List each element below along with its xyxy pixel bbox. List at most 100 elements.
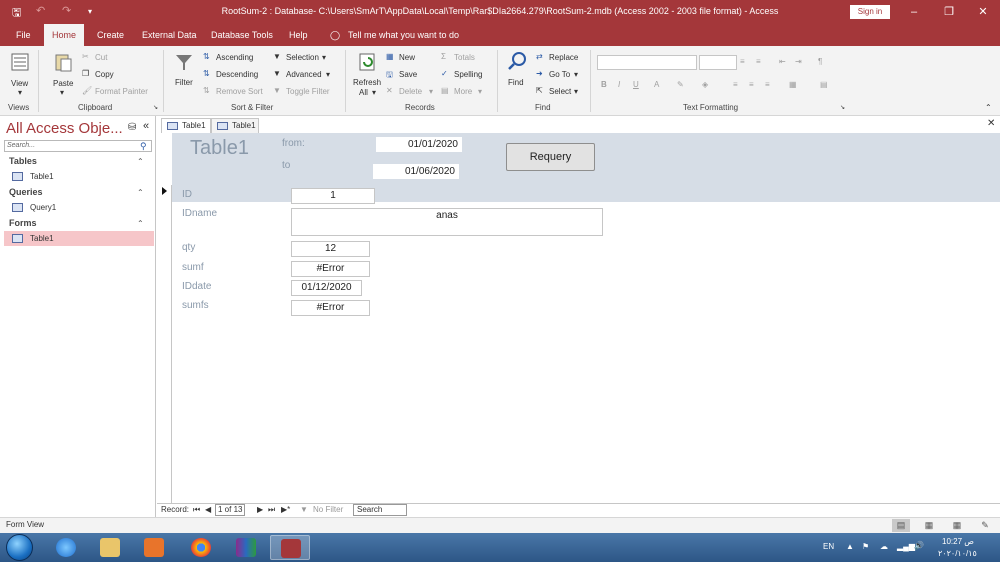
nav-group-forms[interactable]: Forms xyxy=(9,218,37,228)
replace-button[interactable]: Replace xyxy=(549,53,578,62)
network-icon[interactable]: ☁ xyxy=(880,542,888,551)
cut-button[interactable]: Cut xyxy=(95,53,107,62)
nav-item-table1[interactable]: Table1 xyxy=(4,169,154,184)
tab-help[interactable]: Help xyxy=(287,24,310,46)
more-dropdown-icon[interactable]: ▾ xyxy=(478,87,482,96)
remove-sort-button[interactable]: Remove Sort xyxy=(216,87,263,96)
collapse-ribbon-icon[interactable]: ⌃ xyxy=(985,103,992,112)
tell-me-box[interactable]: Tell me what you want to do xyxy=(346,24,461,46)
requery-button[interactable]: Requery xyxy=(506,143,595,171)
save-button[interactable]: Save xyxy=(399,70,417,79)
action-center-icon[interactable]: ⚑ xyxy=(862,542,869,551)
previous-record-icon[interactable]: ◀ xyxy=(205,505,211,514)
collapse-nav-icon[interactable]: « xyxy=(143,120,149,132)
select-dropdown-icon[interactable]: ▾ xyxy=(574,87,578,96)
refresh-all-icon[interactable] xyxy=(357,52,377,72)
nav-group-queries[interactable]: Queries xyxy=(9,187,43,197)
select-button[interactable]: Select xyxy=(549,87,571,96)
id-field[interactable]: 1 xyxy=(291,188,375,204)
tab-file[interactable]: File xyxy=(14,24,33,46)
fill-color-icon[interactable]: ◈ xyxy=(702,80,708,89)
close-document-icon[interactable]: ✕ xyxy=(987,118,995,129)
paste-icon[interactable] xyxy=(53,52,73,72)
record-search-input[interactable]: Search xyxy=(353,504,407,516)
volume-icon[interactable]: 🔊 xyxy=(914,541,924,550)
paragraph-direction-icon[interactable]: ¶ xyxy=(818,57,822,66)
taskbar-media-player[interactable] xyxy=(134,535,174,560)
record-selector[interactable] xyxy=(157,185,172,503)
chevron-up-icon[interactable]: ⌃ xyxy=(137,157,144,166)
signal-icon[interactable]: ▂▄▆ xyxy=(897,542,915,551)
bold-icon[interactable]: B xyxy=(601,80,607,89)
descending-button[interactable]: Descending xyxy=(216,70,258,79)
next-record-icon[interactable]: ▶ xyxy=(257,505,263,514)
align-left-icon[interactable]: ≡ xyxy=(733,80,738,89)
sumf-field[interactable]: #Error xyxy=(291,261,370,277)
italic-icon[interactable]: I xyxy=(618,80,620,89)
tab-create[interactable]: Create xyxy=(95,24,126,46)
last-record-icon[interactable]: ⏭ xyxy=(268,505,275,515)
bullets-icon[interactable]: ≡ xyxy=(740,57,745,66)
alternate-row-color-icon[interactable]: ▤ xyxy=(820,80,828,89)
form-view-icon[interactable]: ▤ xyxy=(892,519,910,532)
font-size-combo[interactable] xyxy=(699,55,737,70)
format-painter-button[interactable]: Format Painter xyxy=(95,87,148,96)
align-center-icon[interactable]: ≡ xyxy=(749,80,754,89)
go-to-dropdown-icon[interactable]: ▾ xyxy=(574,70,578,79)
tab-table1-form[interactable]: Table1 xyxy=(161,118,211,133)
search-icon[interactable]: ⚲ xyxy=(140,141,147,152)
nav-group-tables[interactable]: Tables xyxy=(9,156,37,166)
idname-field[interactable]: anas xyxy=(291,208,603,236)
decrease-indent-icon[interactable]: ⇤ xyxy=(779,57,786,66)
new-button[interactable]: New xyxy=(399,53,415,62)
taskbar-chrome[interactable] xyxy=(181,535,221,560)
delete-dropdown-icon[interactable]: ▾ xyxy=(429,87,433,96)
chevron-up-icon[interactable]: ⌃ xyxy=(137,188,144,197)
view-dropdown-icon[interactable]: ▾ xyxy=(18,88,22,97)
current-record-field[interactable]: 1 of 13 xyxy=(215,504,246,516)
qty-field[interactable]: 12 xyxy=(291,241,370,257)
tab-home[interactable]: Home xyxy=(44,24,85,46)
tab-external-data[interactable]: External Data xyxy=(140,24,199,46)
restore-button[interactable]: ❐ xyxy=(940,3,958,21)
refresh-all-button-line2[interactable]: All xyxy=(359,88,368,97)
ascending-button[interactable]: Ascending xyxy=(216,53,253,62)
font-color-icon[interactable]: A xyxy=(654,80,659,89)
view-icon[interactable] xyxy=(10,52,30,72)
taskbar-access[interactable] xyxy=(270,535,310,560)
copy-button[interactable]: Copy xyxy=(95,70,114,79)
sumfs-field[interactable]: #Error xyxy=(291,300,370,316)
chevron-up-icon[interactable]: ⌃ xyxy=(137,219,144,228)
delete-button[interactable]: Delete xyxy=(399,87,422,96)
selection-dropdown-icon[interactable]: ▾ xyxy=(322,53,326,62)
spelling-button[interactable]: Spelling xyxy=(454,70,482,79)
toggle-filter-button[interactable]: Toggle Filter xyxy=(286,87,330,96)
taskbar-file-explorer[interactable] xyxy=(90,535,130,560)
view-button[interactable]: View xyxy=(11,79,28,88)
tab-table1-table[interactable]: Table1 xyxy=(211,118,259,133)
no-filter-indicator[interactable]: No Filter xyxy=(313,505,343,514)
close-window-button[interactable]: ✕ xyxy=(974,3,992,21)
highlight-icon[interactable]: ✎ xyxy=(677,80,684,89)
sign-in-button[interactable]: Sign in xyxy=(850,5,890,19)
filter-icon[interactable] xyxy=(174,52,194,72)
taskbar-winrar[interactable] xyxy=(226,535,266,560)
new-record-icon[interactable]: ▶* xyxy=(281,505,290,514)
start-button[interactable] xyxy=(6,534,33,561)
design-view-icon[interactable]: ✎ xyxy=(976,519,994,532)
paste-button[interactable]: Paste xyxy=(53,79,73,88)
minimize-button[interactable]: – xyxy=(905,3,923,21)
from-date-field[interactable]: 01/01/2020 xyxy=(376,137,462,152)
nav-search-input[interactable]: Search... xyxy=(4,140,152,152)
gridlines-icon[interactable]: ▦ xyxy=(789,80,797,89)
font-name-combo[interactable] xyxy=(597,55,697,70)
clipboard-launcher-icon[interactable]: ↘ xyxy=(153,104,158,111)
text-formatting-launcher-icon[interactable]: ↘ xyxy=(840,104,845,111)
to-date-field[interactable]: 01/06/2020 xyxy=(373,164,459,179)
numbering-icon[interactable]: ≡ xyxy=(756,57,761,66)
show-hidden-icons-icon[interactable]: ▲ xyxy=(846,542,854,551)
go-to-button[interactable]: Go To xyxy=(549,70,570,79)
nav-item-query1[interactable]: Query1 xyxy=(4,200,154,215)
underline-icon[interactable]: U xyxy=(633,80,639,89)
datasheet-view-icon[interactable]: ▦ xyxy=(920,519,938,532)
